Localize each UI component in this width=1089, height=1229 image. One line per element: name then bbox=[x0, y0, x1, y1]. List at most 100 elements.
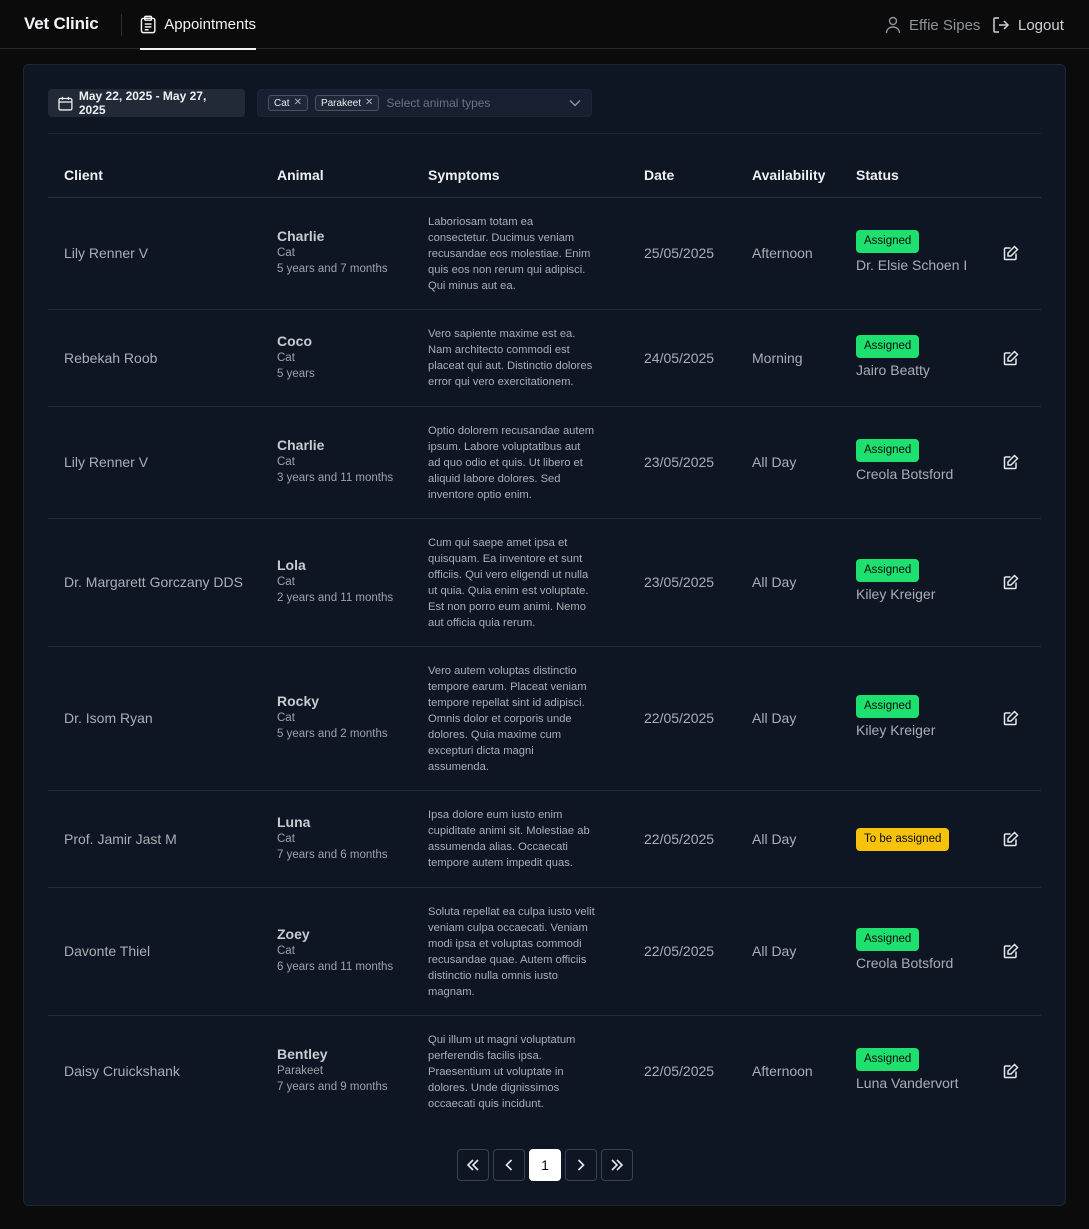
appointment-date: 24/05/2025 bbox=[644, 349, 715, 366]
symptoms-line: Est non porro eum animi. Nemo bbox=[428, 601, 586, 613]
header-animal[interactable]: Animal bbox=[277, 167, 324, 183]
close-icon[interactable]: ✕ bbox=[365, 98, 373, 108]
status-cell: Assigned Creola Botsford bbox=[856, 928, 953, 971]
symptoms-line: error qui vero exercitationem. bbox=[428, 376, 574, 388]
symptoms-line: Laboriosam totam ea bbox=[428, 216, 534, 228]
header-status[interactable]: Status bbox=[856, 167, 899, 183]
symptoms-line: Ipsa dolore eum iusto enim bbox=[428, 809, 563, 821]
header-availability[interactable]: Availability bbox=[752, 167, 825, 183]
header-symptoms[interactable]: Symptoms bbox=[428, 167, 500, 183]
pagination: 1 bbox=[457, 1149, 633, 1182]
chip-label: Cat bbox=[274, 97, 290, 109]
symptoms-text: Optio dolorem recusandae autem ipsum. Lab… bbox=[428, 423, 616, 503]
tab-appointments[interactable]: Appointments bbox=[140, 0, 256, 50]
logout-button[interactable]: Logout bbox=[992, 13, 1064, 37]
status-cell: Assigned Kiley Kreiger bbox=[856, 559, 935, 602]
symptoms-line: ipsum. Labore voluptatibus aut bbox=[428, 441, 581, 453]
symptoms-line: dolores. Unde dignissimos bbox=[428, 1082, 560, 1094]
edit-icon[interactable] bbox=[1003, 245, 1021, 263]
edit-icon[interactable] bbox=[1003, 943, 1021, 961]
table-row: Lily Renner V Charlie Cat 3 years and 11 mo… bbox=[48, 407, 1041, 519]
symptoms-line: ut quia. Quia enim est voluptate. bbox=[428, 585, 589, 597]
table-body: Lily Renner V Charlie Cat 5 years and 7 mon… bbox=[48, 198, 1041, 1128]
table-row: Prof. Jamir Jast M Luna Cat 7 years and 6 m… bbox=[48, 791, 1041, 888]
availability: All Day bbox=[752, 574, 797, 590]
status-badge: Assigned bbox=[856, 559, 920, 582]
table-row: Rebekah Roob Coco Cat 5 years Vero sapiente … bbox=[48, 310, 1041, 407]
client-name: Daisy Cruickshank bbox=[64, 1063, 180, 1079]
symptoms-line: perferendis facilis ipsa. bbox=[428, 1050, 542, 1062]
last-page-button[interactable] bbox=[601, 1149, 633, 1181]
prev-page-button[interactable] bbox=[493, 1149, 525, 1181]
status-badge: Assigned bbox=[856, 695, 920, 718]
animal-age: 6 years and 11 months bbox=[277, 961, 394, 973]
logout-label: Logout bbox=[1018, 16, 1064, 34]
animal-type: Cat bbox=[277, 456, 295, 468]
availability: Afternoon bbox=[752, 245, 813, 261]
divider bbox=[48, 133, 1041, 134]
symptoms-line: officiis. Qui vero eligendi ut nulla bbox=[428, 569, 589, 581]
symptoms-line: dolores. Quia maxime cum bbox=[428, 729, 562, 741]
chevron-left-icon bbox=[505, 1159, 513, 1171]
status-badge: To be assigned bbox=[856, 827, 950, 851]
symptoms-text: Cum qui saepe amet ipsa et quisquam. Ea i… bbox=[428, 535, 616, 631]
status-cell: Assigned Dr. Elsie Schoen I bbox=[856, 230, 967, 273]
assigned-vet: Luna Vandervort bbox=[856, 1075, 959, 1091]
availability: Afternoon bbox=[752, 1063, 813, 1079]
symptoms-text: Soluta repellat ea culpa iusto velit veni… bbox=[428, 904, 616, 1000]
symptoms-line: quis eos non rerum qui adipisci. bbox=[428, 264, 586, 276]
symptoms-line: assumenda alias. Occaecati bbox=[428, 841, 568, 853]
assigned-vet: Dr. Elsie Schoen I bbox=[856, 257, 968, 273]
symptoms-line: Vero sapiente maxime est ea. bbox=[428, 328, 576, 340]
animal-name: Bentley bbox=[277, 1046, 328, 1062]
brand-logo: Vet Clinic bbox=[24, 14, 99, 33]
symptoms-line: consectetur. Ducimus veniam bbox=[428, 232, 575, 244]
edit-icon[interactable] bbox=[1003, 349, 1021, 368]
edit-icon[interactable] bbox=[1003, 1063, 1021, 1081]
page-button-current[interactable]: 1 bbox=[529, 1149, 561, 1181]
logout-icon bbox=[993, 17, 1010, 33]
user-icon bbox=[885, 16, 901, 34]
edit-icon[interactable] bbox=[1003, 574, 1021, 592]
header-client[interactable]: Client bbox=[64, 167, 103, 183]
next-page-button[interactable] bbox=[565, 1149, 597, 1181]
chevron-down-icon[interactable] bbox=[569, 99, 581, 107]
edit-icon[interactable] bbox=[1003, 454, 1021, 472]
animal-age: 7 years and 9 months bbox=[277, 1081, 388, 1093]
chip-label: Parakeet bbox=[320, 97, 361, 109]
animal-info: Charlie Cat 3 years and 11 months bbox=[277, 437, 393, 486]
chip-parakeet: Parakeet ✕ bbox=[314, 95, 380, 111]
status-badge: Assigned bbox=[856, 439, 920, 462]
status-cell: Assigned Creola Botsford bbox=[856, 439, 953, 482]
availability: All Day bbox=[752, 830, 797, 847]
status-cell: Assigned Kiley Kreiger bbox=[856, 695, 935, 738]
assigned-vet: Jairo Beatty bbox=[856, 361, 930, 378]
client-name: Davonte Thiel bbox=[64, 943, 151, 959]
table-row: Daisy Cruickshank Bentley Parakeet 7 years … bbox=[48, 1016, 1041, 1128]
date-range-picker[interactable]: May 22, 2025 - May 27, 2025 bbox=[48, 89, 245, 117]
edit-icon[interactable] bbox=[1003, 830, 1021, 849]
header-date[interactable]: Date bbox=[644, 167, 674, 183]
animal-type: Cat bbox=[277, 247, 295, 259]
animal-type-select[interactable]: Cat ✕ Parakeet ✕ Select animal types bbox=[257, 89, 592, 117]
client-name: Dr. Isom Ryan bbox=[64, 710, 153, 726]
availability: Morning bbox=[752, 349, 803, 366]
availability: All Day bbox=[752, 710, 797, 726]
first-page-button[interactable] bbox=[457, 1149, 489, 1181]
animal-age: 5 years and 2 months bbox=[277, 728, 388, 740]
user-profile[interactable]: Effie Sipes bbox=[885, 13, 980, 37]
symptoms-line: recusandae eos molestiae. Enim bbox=[428, 248, 591, 260]
symptoms-line: Praesentium ut voluptate in bbox=[428, 1066, 564, 1078]
status-cell: Assigned Jairo Beatty bbox=[856, 334, 930, 378]
symptoms-line: Nam architecto commodi est bbox=[428, 344, 570, 356]
animal-type: Cat bbox=[277, 351, 295, 364]
edit-icon[interactable] bbox=[1003, 710, 1021, 728]
client-name: Dr. Margarett Gorczany DDS bbox=[64, 574, 243, 590]
table-row: Dr. Isom Ryan Rocky Cat 5 years and 2 month… bbox=[48, 647, 1041, 791]
animal-info: Zoey Cat 6 years and 11 months bbox=[277, 926, 393, 975]
animal-type: Cat bbox=[277, 832, 295, 845]
animal-type: Cat bbox=[277, 945, 295, 957]
chevron-right-icon bbox=[577, 1159, 585, 1171]
close-icon[interactable]: ✕ bbox=[294, 98, 302, 108]
calendar-icon bbox=[58, 96, 73, 111]
